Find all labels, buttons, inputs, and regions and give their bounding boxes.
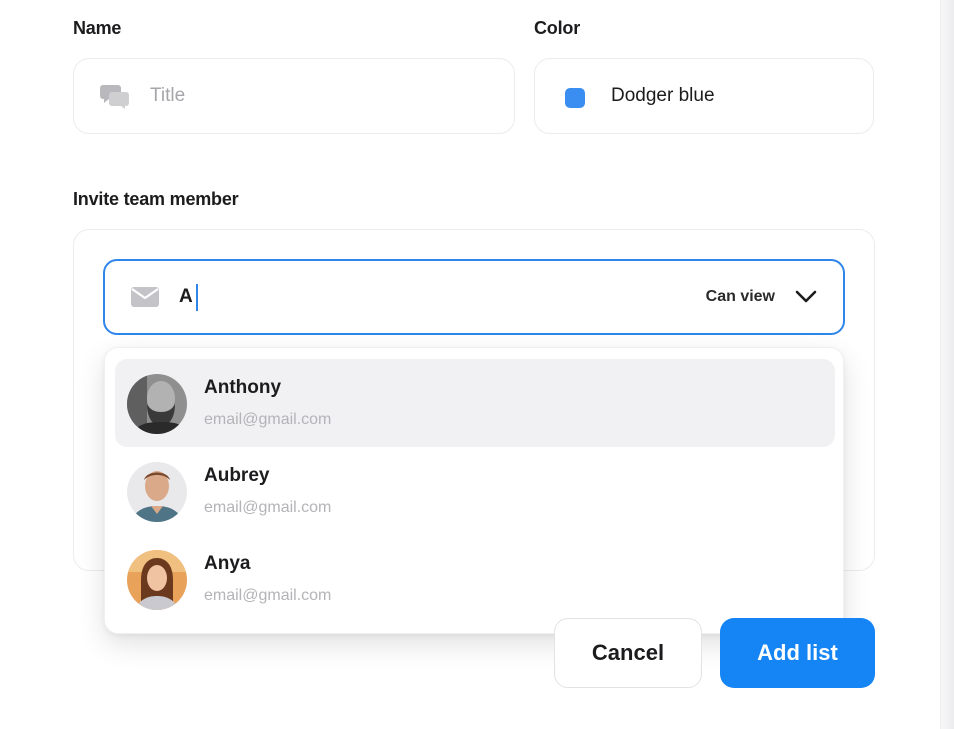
suggestion-item-aubrey[interactable]: Aubrey email@gmail.com <box>115 447 835 535</box>
permission-select[interactable]: Can view <box>706 279 817 315</box>
title-input[interactable]: Title <box>73 58 515 134</box>
cancel-button[interactable]: Cancel <box>554 618 702 688</box>
suggestion-name: Anya <box>204 553 251 574</box>
suggestion-name: Aubrey <box>204 465 270 486</box>
mail-icon <box>130 286 160 308</box>
chevron-down-icon <box>795 290 817 304</box>
permission-label: Can view <box>705 288 775 305</box>
panel-edge <box>940 0 954 729</box>
suggestion-email: email@gmail.com <box>204 411 332 428</box>
suggestions-dropdown: Anthony email@gmail.com Aubrey email@gma… <box>104 347 844 634</box>
suggestion-email: email@gmail.com <box>204 499 332 516</box>
avatar <box>127 374 187 434</box>
suggestion-name: Anthony <box>204 377 282 398</box>
avatar <box>127 462 187 522</box>
color-swatch <box>565 88 585 108</box>
color-label: Color <box>534 18 580 38</box>
title-placeholder: Title <box>150 85 186 106</box>
suggestion-item-anthony[interactable]: Anthony email@gmail.com <box>115 359 835 447</box>
chat-bubbles-icon <box>100 83 130 109</box>
avatar <box>127 550 187 610</box>
suggestion-item-anya[interactable]: Anya email@gmail.com <box>115 535 835 623</box>
suggestion-email: email@gmail.com <box>204 587 332 604</box>
invite-email-input[interactable]: A Can view <box>103 259 845 335</box>
name-label: Name <box>73 18 122 38</box>
add-list-button[interactable]: Add list <box>720 618 875 688</box>
text-caret <box>196 284 198 311</box>
invite-label: Invite team member <box>73 189 239 209</box>
color-select[interactable]: Dodger blue <box>534 58 874 134</box>
invite-typed-text: A <box>179 286 193 307</box>
color-value: Dodger blue <box>611 85 715 106</box>
